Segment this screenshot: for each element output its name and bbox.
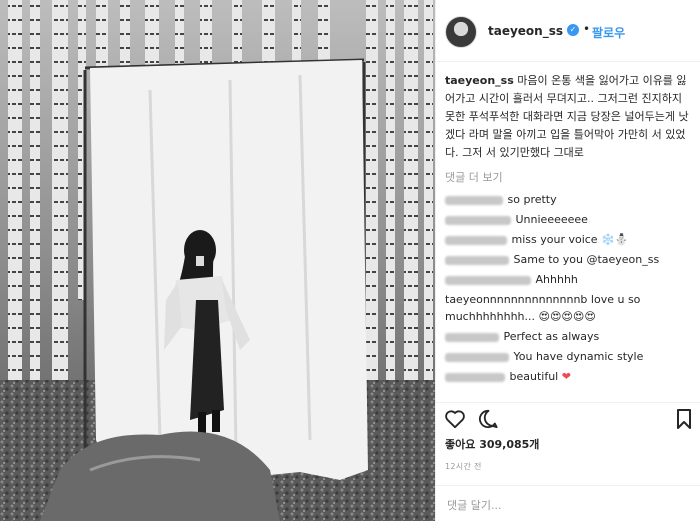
red-heart-emoji: ❤ (561, 370, 571, 383)
follow-button[interactable]: 팔로우 (592, 24, 625, 41)
blurred-username[interactable] (445, 195, 503, 205)
comment-text: Perfect as always (503, 330, 600, 343)
post-photo[interactable] (0, 0, 435, 521)
comment-item: beautiful ❤ (445, 368, 695, 385)
blurred-username[interactable] (445, 352, 509, 362)
blurred-username[interactable] (445, 372, 505, 382)
comments-list: taeyeon_ss 마음이 온통 색을 잃어가고 이유를 잃어가고 시간이 흘… (445, 72, 695, 388)
post-side-panel: taeyeon_ss ✓ • 팔로우 taeyeon_ss 마음이 온통 색을 … (435, 0, 700, 521)
post-timestamp[interactable]: 12시간 전 (445, 461, 482, 472)
post-header: taeyeon_ss ✓ • 팔로우 (436, 0, 700, 62)
comment-item: Same to you @taeyeon_ss (445, 251, 695, 268)
blurred-username[interactable] (445, 275, 531, 285)
instagram-post: taeyeon_ss ✓ • 팔로우 taeyeon_ss 마음이 온통 색을 … (0, 0, 700, 521)
header-username[interactable]: taeyeon_ss (488, 24, 563, 38)
avatar[interactable] (445, 16, 477, 48)
comment-item: taeyeonnnnnnnnnnnnnnb love u so muchhhhh… (445, 291, 695, 325)
likes-count[interactable]: 좋아요 309,085개 (445, 436, 539, 452)
comment-text: Unnieeeeeee (515, 213, 588, 226)
comment-item: Perfect as always (445, 328, 695, 345)
blurred-username[interactable] (445, 215, 511, 225)
separator-dot: • (583, 22, 591, 36)
caption: taeyeon_ss 마음이 온통 색을 잃어가고 이유를 잃어가고 시간이 흘… (445, 72, 695, 162)
action-bar (436, 402, 700, 433)
comment-text: Ahhhhh (535, 273, 578, 286)
comment-item: Unnieeeeeee (445, 211, 695, 228)
comment-text: beautiful (509, 370, 559, 383)
caption-username[interactable]: taeyeon_ss (445, 74, 514, 87)
comment-item: Ahhhhh (445, 271, 695, 288)
blurred-username[interactable] (445, 235, 507, 245)
comment-text: miss your voice (511, 233, 598, 246)
comment-item: miss your voice ❄️⛄ (445, 231, 695, 248)
comment-icon[interactable] (478, 409, 499, 429)
comment-text: You have dynamic style (513, 350, 644, 363)
comment-item: so pretty (445, 191, 695, 208)
heart-icon[interactable] (444, 409, 466, 429)
snowflake-snowman-emoji: ❄️⛄ (601, 233, 629, 246)
verified-badge-icon: ✓ (567, 24, 579, 36)
add-comment-input[interactable] (445, 494, 689, 516)
view-more-comments[interactable]: 댓글 더 보기 (445, 169, 695, 185)
bookmark-icon[interactable] (676, 409, 692, 429)
photo-scene (0, 0, 435, 521)
comment-item: You have dynamic style (445, 348, 695, 365)
blurred-username[interactable] (445, 255, 509, 265)
blurred-username[interactable] (445, 332, 499, 342)
comment-text: Same to you @taeyeon_ss (513, 253, 660, 266)
comment-text: so pretty (507, 193, 557, 206)
add-comment-bar (436, 485, 700, 521)
heart-eyes-emoji: 😍😍😍😍😍 (538, 310, 596, 323)
white-backdrop (90, 60, 368, 480)
